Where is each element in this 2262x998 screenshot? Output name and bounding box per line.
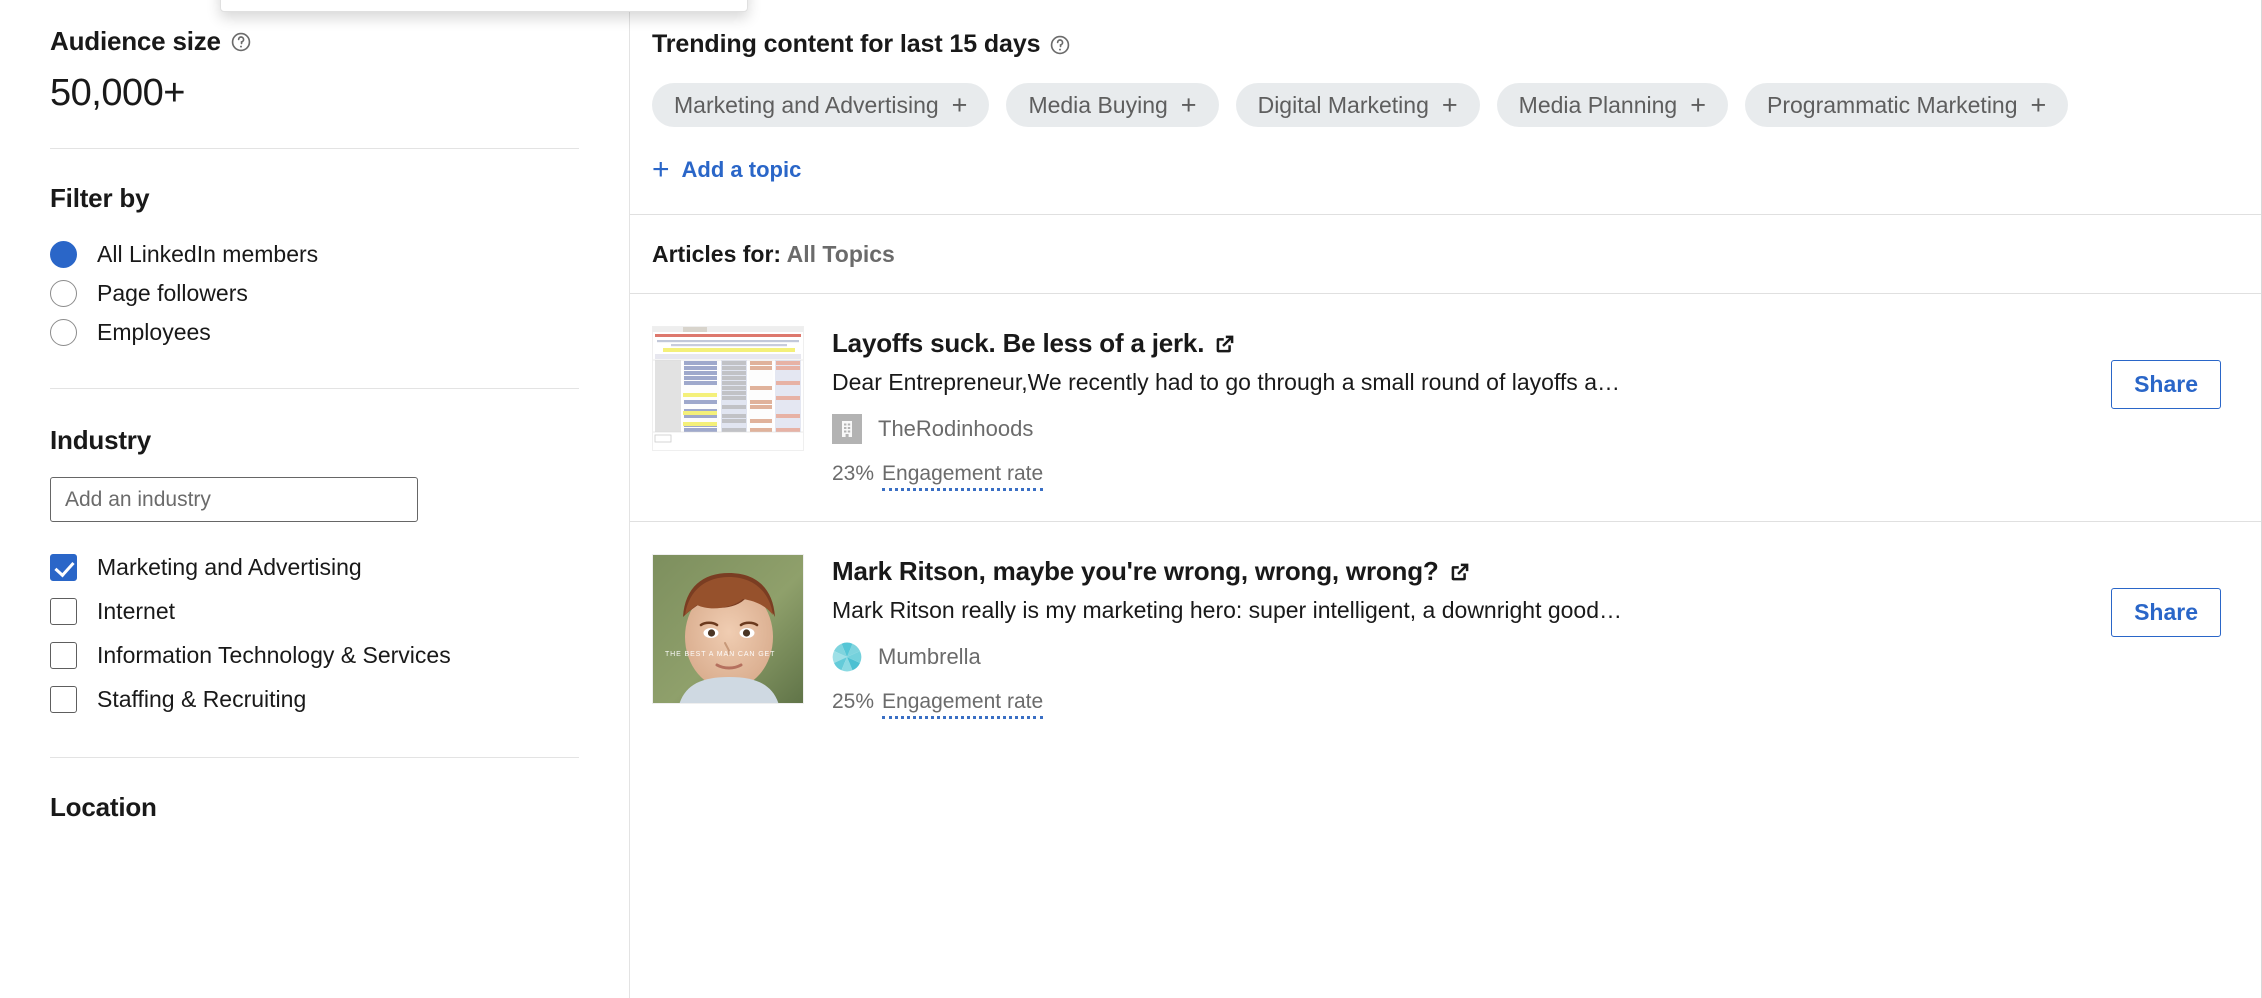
audience-size-heading: Audience size [50,26,579,57]
checkbox-indicator[interactable] [50,642,77,669]
external-link-icon[interactable] [1215,334,1235,354]
checkbox-label: Information Technology & Services [97,642,451,669]
radio-label: Employees [97,319,211,346]
building-icon [832,414,862,444]
add-a-topic-button[interactable]: + Add a topic [652,157,801,183]
floating-overlay-card [220,0,748,12]
filter-by-label: Filter by [50,183,149,214]
trending-header: Trending content for last 15 days Market… [630,0,2261,184]
article-engagement: 25% Engagement rate [832,690,1043,719]
radio-indicator[interactable] [50,280,77,307]
radio-indicator[interactable] [50,319,77,346]
industry-section: Industry Marketing and Advertising Inter… [50,389,579,758]
topic-chip-label: Media Planning [1519,92,1678,119]
article-publisher: Mumbrella [832,642,2083,672]
topic-chip-marketing-and-advertising[interactable]: Marketing and Advertising + [652,83,989,127]
add-a-topic-label: Add a topic [682,157,802,183]
radio-label: Page followers [97,280,248,307]
engagement-label[interactable]: Engagement rate [882,690,1043,719]
industry-label: Industry [50,425,151,456]
checkbox-indicator[interactable] [50,686,77,713]
engagement-label[interactable]: Engagement rate [882,462,1043,491]
linkedin-content-suggestions-page: Audience size 50,000+ Filter by [0,0,2262,998]
article-body: Mark Ritson, maybe you're wrong, wrong, … [832,554,2083,719]
radio-indicator[interactable] [50,241,77,268]
articles-for-row: Articles for: All Topics [630,215,2261,293]
external-link-icon[interactable] [1450,562,1470,582]
trending-title-row: Trending content for last 15 days [652,30,2261,59]
plus-icon[interactable]: + [1442,92,1458,119]
svg-text:THE BEST A MAN CAN GET: THE BEST A MAN CAN GET [665,651,775,658]
checkbox-option-marketing-and-advertising[interactable]: Marketing and Advertising [50,545,579,589]
plus-icon[interactable]: + [1690,92,1706,119]
article-row[interactable]: Layoffs suck. Be less of a jerk. Dear En… [630,293,2261,521]
article-title-row[interactable]: Mark Ritson, maybe you're wrong, wrong, … [832,556,2083,587]
checkbox-indicator[interactable] [50,598,77,625]
topic-chip-list: Marketing and Advertising + Media Buying… [652,83,2261,127]
filters-sidebar: Audience size 50,000+ Filter by [0,0,630,998]
article-title: Mark Ritson, maybe you're wrong, wrong, … [832,556,1439,587]
article-thumbnail-spreadsheet [652,326,804,451]
article-title: Layoffs suck. Be less of a jerk. [832,328,1204,359]
article-engagement: 23% Engagement rate [832,462,1043,491]
location-heading: Location [50,792,579,823]
engagement-value: 25% [832,690,874,714]
topic-chip-media-buying[interactable]: Media Buying + [1006,83,1218,127]
radio-label: All LinkedIn members [97,241,318,268]
filter-by-radio-group: All LinkedIn members Page followers Empl… [50,235,579,352]
plus-icon[interactable]: + [952,92,968,119]
topic-chip-digital-marketing[interactable]: Digital Marketing + [1236,83,1480,127]
plus-icon: + [652,158,670,182]
question-circle-icon[interactable] [1049,34,1071,56]
articles-for-value[interactable]: All Topics [787,241,895,267]
audience-size-section: Audience size 50,000+ [50,0,579,149]
topic-chip-media-planning[interactable]: Media Planning + [1497,83,1728,127]
article-publisher: TheRodinhoods [832,414,2083,444]
filter-by-heading: Filter by [50,183,579,214]
umbrella-logo-icon [832,642,862,672]
checkbox-indicator[interactable] [50,554,77,581]
article-body: Layoffs suck. Be less of a jerk. Dear En… [832,326,2083,491]
checkbox-label: Staffing & Recruiting [97,686,306,713]
topic-chip-label: Digital Marketing [1258,92,1429,119]
radio-option-employees[interactable]: Employees [50,313,579,352]
checkbox-option-information-technology-and-services[interactable]: Information Technology & Services [50,633,579,677]
trending-content-panel: Trending content for last 15 days Market… [630,0,2262,998]
trending-title: Trending content for last 15 days [652,30,1040,59]
article-description: Dear Entrepreneur,We recently had to go … [832,369,2083,396]
share-button[interactable]: Share [2111,360,2221,409]
article-publisher-name: Mumbrella [878,644,981,670]
radio-option-all-linkedin-members[interactable]: All LinkedIn members [50,235,579,274]
industry-checkbox-group: Marketing and Advertising Internet Infor… [50,545,579,721]
plus-icon[interactable]: + [1181,92,1197,119]
article-publisher-name: TheRodinhoods [878,416,1033,442]
plus-icon[interactable]: + [2031,92,2047,119]
topic-chip-label: Programmatic Marketing [1767,92,2018,119]
article-row[interactable]: THE BEST A MAN CAN GET Mark Ritson, mayb… [630,521,2261,749]
checkbox-label: Marketing and Advertising [97,554,362,581]
audience-size-value: 50,000+ [50,74,579,112]
industry-heading: Industry [50,425,579,456]
topic-chip-label: Media Buying [1028,92,1167,119]
question-circle-icon[interactable] [230,31,252,53]
checkbox-option-staffing-and-recruiting[interactable]: Staffing & Recruiting [50,677,579,721]
article-thumbnail-boy-photo: THE BEST A MAN CAN GET [652,554,804,704]
location-section: Location [50,758,579,823]
articles-for-prefix: Articles for: [652,241,781,267]
checkbox-option-internet[interactable]: Internet [50,589,579,633]
filter-by-section: Filter by All LinkedIn members Page foll… [50,149,579,389]
location-label: Location [50,792,157,823]
engagement-value: 23% [832,462,874,486]
audience-size-label: Audience size [50,26,221,57]
share-button[interactable]: Share [2111,588,2221,637]
radio-option-page-followers[interactable]: Page followers [50,274,579,313]
article-description: Mark Ritson really is my marketing hero:… [832,597,2083,624]
industry-search-input[interactable] [50,477,418,522]
topic-chip-programmatic-marketing[interactable]: Programmatic Marketing + [1745,83,2068,127]
topic-chip-label: Marketing and Advertising [674,92,939,119]
checkbox-label: Internet [97,598,175,625]
article-title-row[interactable]: Layoffs suck. Be less of a jerk. [832,328,2083,359]
